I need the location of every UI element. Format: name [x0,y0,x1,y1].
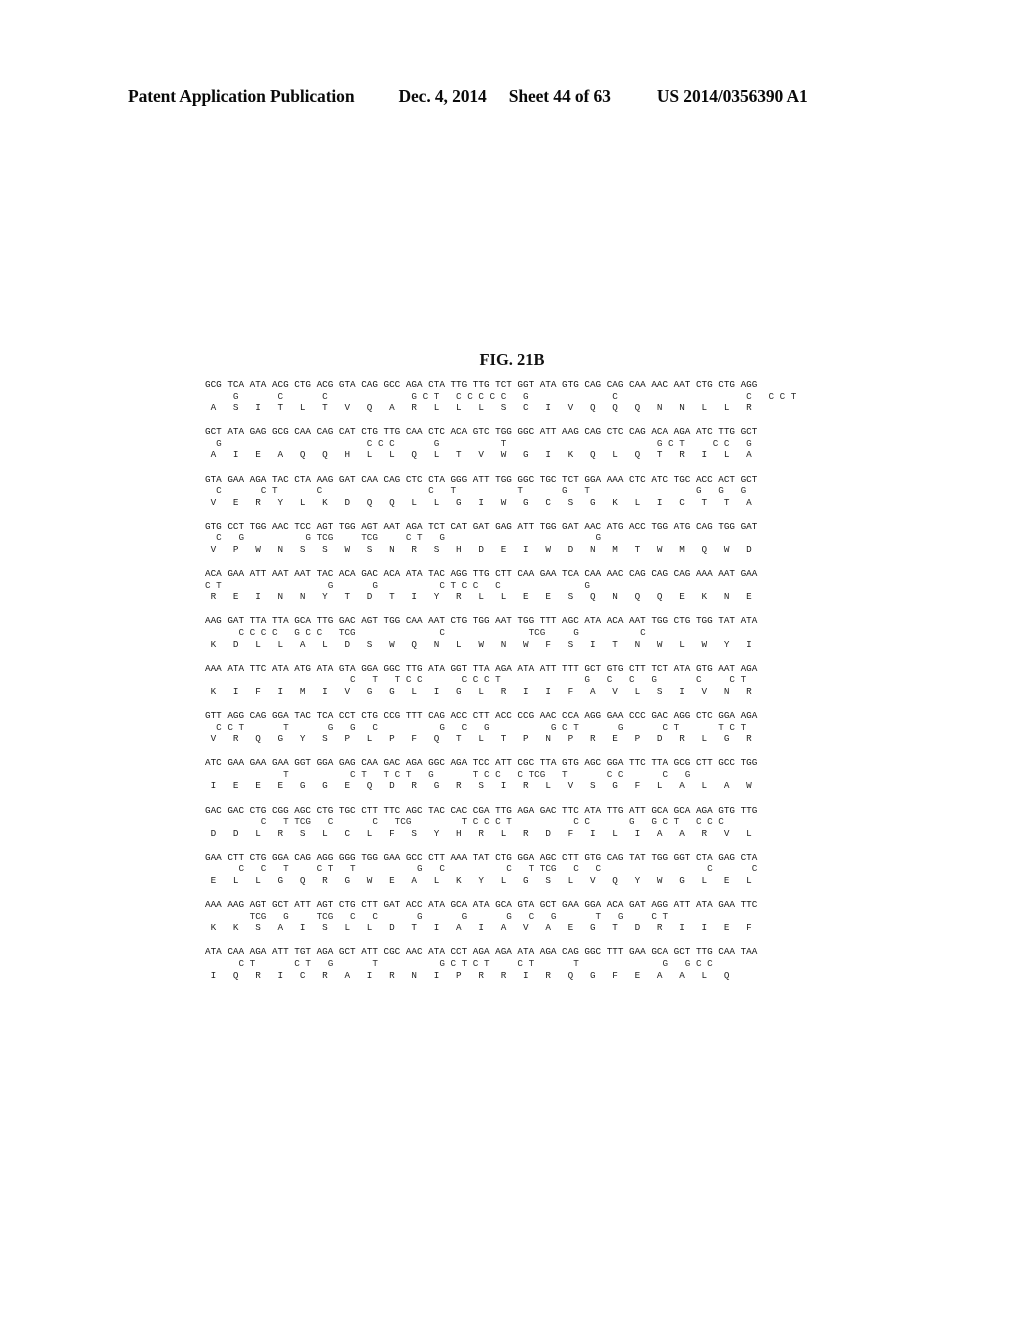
sequence-variant-row: C T C T G T G C T C T C T T G G C C [205,957,713,969]
sequence-listing: GCG TCA ATA ACG CTG ACG GTA CAG GCC AGA … [205,379,865,994]
sequence-protein-row: E L L G Q R G W E A L K Y L G S L V Q Y … [205,875,752,886]
sequence-nucleotide-row: GTA GAA AGA TAC CTA AAG GAT CAA CAG CTC … [205,473,758,485]
sequence-protein-row: R E I N N Y T D T I Y R L L E E S Q N Q … [205,591,752,603]
sequence-variant-row: C C T C T T G C C T TCG C C C C [205,863,758,875]
sequence-block: GAA CTT CTG GGA CAG AGG GGG TGG GAA GCC … [205,852,865,887]
sequence-block: ATC GAA GAA GAA GGT GGA GAG CAA GAC AGA … [205,757,865,792]
sequence-nucleotide-row: AAA AAG AGT GCT ATT AGT CTG CTT GAT ACC … [205,899,758,911]
patent-page: Patent Application Publication Dec. 4, 2… [0,0,1024,1320]
sequence-variant-row: T C T T C T G T C C C TCG T C C C G [205,768,691,780]
header-publication-title: Patent Application Publication [128,86,355,106]
sequence-block: AAA AAG AGT GCT ATT AGT CTG CTT GAT ACC … [205,899,865,934]
sequence-protein-row: K D L L A L D S W Q N L W N W F S I T N … [205,638,752,650]
sequence-variant-row: C C C C G C C TCG C TCG G C [205,627,646,638]
sequence-protein-row: K K S A I S L L D T I A I A V A E G T D … [205,922,752,934]
sequence-block: GTT AGG CAG GGA TAC TCA CCT CTG CCG TTT … [205,710,865,745]
page-header: Patent Application Publication Dec. 4, 2… [128,86,896,107]
sequence-nucleotide-row: GCT ATA GAG GCG CAA CAG CAT CTG TTG CAA … [205,426,758,438]
sequence-block: AAA ATA TTC ATA ATG ATA GTA GGA GGC TTG … [205,663,865,698]
sequence-protein-row: I Q R I C R A I R N I P R R I R Q G F E … [205,969,730,981]
sequence-variant-row: C G G TCG TCG C T G G [205,532,602,544]
sequence-block: AAG GAT TTA TTA GCA TTG GAC AGT TGG CAA … [205,615,865,650]
sequence-block: ATA CAA AGA ATT TGT AGA GCT ATT CGC AAC … [205,946,865,981]
sequence-nucleotide-row: AAG GAT TTA TTA GCA TTG GAC AGT TGG CAA … [205,615,758,627]
sequence-protein-row: I E E E G G E Q D R G R S I R L V S G F … [205,780,752,792]
sequence-nucleotide-row: GTG CCT TGG AAC TCC AGT TGG AGT AAT AGA … [205,520,758,532]
sequence-block: GTG CCT TGG AAC TCC AGT TGG AGT AAT AGA … [205,521,865,556]
sequence-block: GTA GAA AGA TAC CTA AAG GAT CAA CAG CTC … [205,474,865,509]
sequence-block: GCG TCA ATA ACG CTG ACG GTA CAG GCC AGA … [205,379,865,414]
sequence-variant-row: C C T T G G C G C G G C T G C T T C T [205,721,747,733]
sequence-nucleotide-row: ACA GAA ATT AAT AAT TAC ACA GAC ACA ATA … [205,568,758,580]
sequence-block: GCT ATA GAG GCG CAA CAG CAT CTG TTG CAA … [205,426,865,461]
sequence-protein-row: V P W N S S W S N R S H D E I W D N M T … [205,544,752,556]
sequence-variant-row: G C C C G T G C T C C G [205,437,752,449]
sequence-variant-row: C T TCG C C TCG T C C C T C C G G C T C … [205,816,724,828]
figure-label: FIG. 21B [479,350,545,369]
sequence-nucleotide-row: GCG TCA ATA ACG CTG ACG GTA CAG GCC AGA … [205,379,758,390]
sequence-nucleotide-row: ATC GAA GAA GAA GGT GGA GAG CAA GAC AGA … [205,757,758,769]
sequence-block: GAC GAC CTG CGG AGC CTG TGC CTT TTC AGC … [205,805,865,840]
sequence-block: ACA GAA ATT AAT AAT TAC ACA GAC ACA ATA … [205,568,865,603]
sequence-variant-row: C C T C C T T G T G G G [205,485,747,497]
sequence-variant-row: C T T C C C C C T G C C G C C T [205,674,747,686]
sequence-nucleotide-row: GAA CTT CTG GGA CAG AGG GGG TGG GAA GCC … [205,851,758,863]
header-publication-date: Dec. 4, 2014 [398,86,487,106]
sequence-variant-row: TCG G TCG C C G G G C G T G C T [205,910,669,922]
sequence-protein-row: A S I T L T V Q A R L L L S C I V Q Q Q … [205,402,752,414]
sequence-protein-row: V R Q G Y S P L P F Q T L T P N P R E P … [205,733,752,745]
sequence-nucleotide-row: GTT AGG CAG GGA TAC TCA CCT CTG CCG TTT … [205,709,758,721]
sequence-protein-row: A I E A Q Q H L L Q L T V W G I K Q L Q … [205,449,752,461]
sequence-variant-row: G C C G C T C C C C C G C C C C T [205,390,797,402]
sequence-variant-row: C T G G C T C C C G [205,579,590,591]
sequence-nucleotide-row: ATA CAA AGA ATT TGT AGA GCT ATT CGC AAC … [205,946,758,958]
sequence-protein-row: V E R Y L K D Q Q L L G I W G C S G K L … [205,496,752,508]
sequence-protein-row: K I F I M I V G G L I G L R I I F A V L … [205,685,752,697]
sequence-nucleotide-row: GAC GAC CTG CGG AGC CTG TGC CTT TTC AGC … [205,804,758,816]
header-document-number: US 2014/0356390 A1 [656,86,808,106]
header-sheet-number: Sheet 44 of 63 [508,86,611,106]
sequence-protein-row: D D L R S L C L F S Y H R L R D F I L I … [205,827,752,839]
sequence-nucleotide-row: AAA ATA TTC ATA ATG ATA GTA GGA GGC TTG … [205,662,758,674]
